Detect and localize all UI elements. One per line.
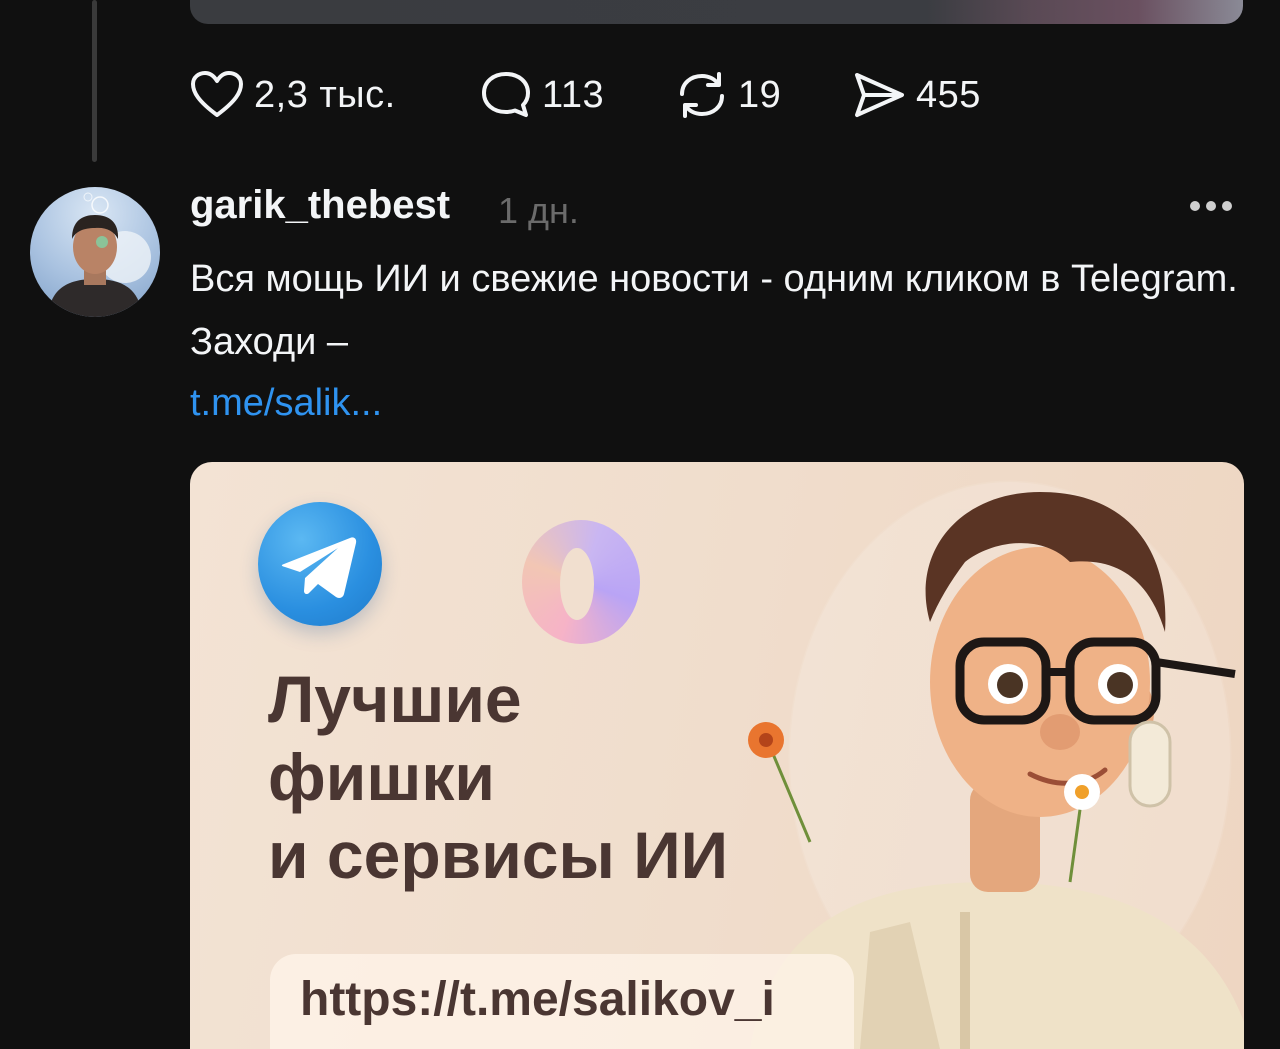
heart-icon	[190, 70, 244, 120]
post-username[interactable]: garik_thebest	[190, 183, 450, 228]
share-button[interactable]: 455	[852, 70, 981, 120]
like-count: 2,3 тыс.	[254, 73, 396, 116]
thread-line	[92, 0, 97, 162]
post-timestamp: 1 дн.	[498, 190, 579, 231]
telegram-logo-icon	[258, 502, 382, 626]
more-icon[interactable]	[1190, 196, 1234, 218]
image-url: https://t.me/salikov_i	[300, 973, 775, 1026]
headline-line: Лучшие	[268, 662, 522, 736]
like-button[interactable]: 2,3 тыс.	[190, 70, 396, 120]
comment-icon	[480, 70, 532, 120]
image-headline: Лучшие фишки и сервисы ИИ	[268, 660, 728, 894]
send-icon	[852, 70, 906, 120]
post-text: Вся мощь ИИ и свежие новости - одним кли…	[190, 258, 1238, 363]
headline-line: фишки	[268, 740, 495, 814]
repost-count: 19	[738, 73, 782, 116]
previous-post-actions: 2,3 тыс. 113 19 455	[190, 70, 1020, 120]
post-image[interactable]: Лучшие фишки и сервисы ИИ https://t.me/s…	[190, 462, 1244, 1049]
repost-icon	[676, 70, 728, 120]
ring-logo-icon	[522, 520, 640, 644]
headline-line: и сервисы ИИ	[268, 818, 729, 892]
avatar[interactable]	[30, 187, 160, 317]
share-count: 455	[916, 73, 981, 116]
repost-button[interactable]: 19	[676, 70, 781, 120]
avatar-photo	[48, 192, 151, 317]
reply-button[interactable]: 113	[480, 70, 604, 120]
post-link[interactable]: t.me/salik...	[190, 382, 382, 425]
reply-count: 113	[542, 73, 605, 116]
previous-post-image[interactable]	[190, 0, 1243, 24]
